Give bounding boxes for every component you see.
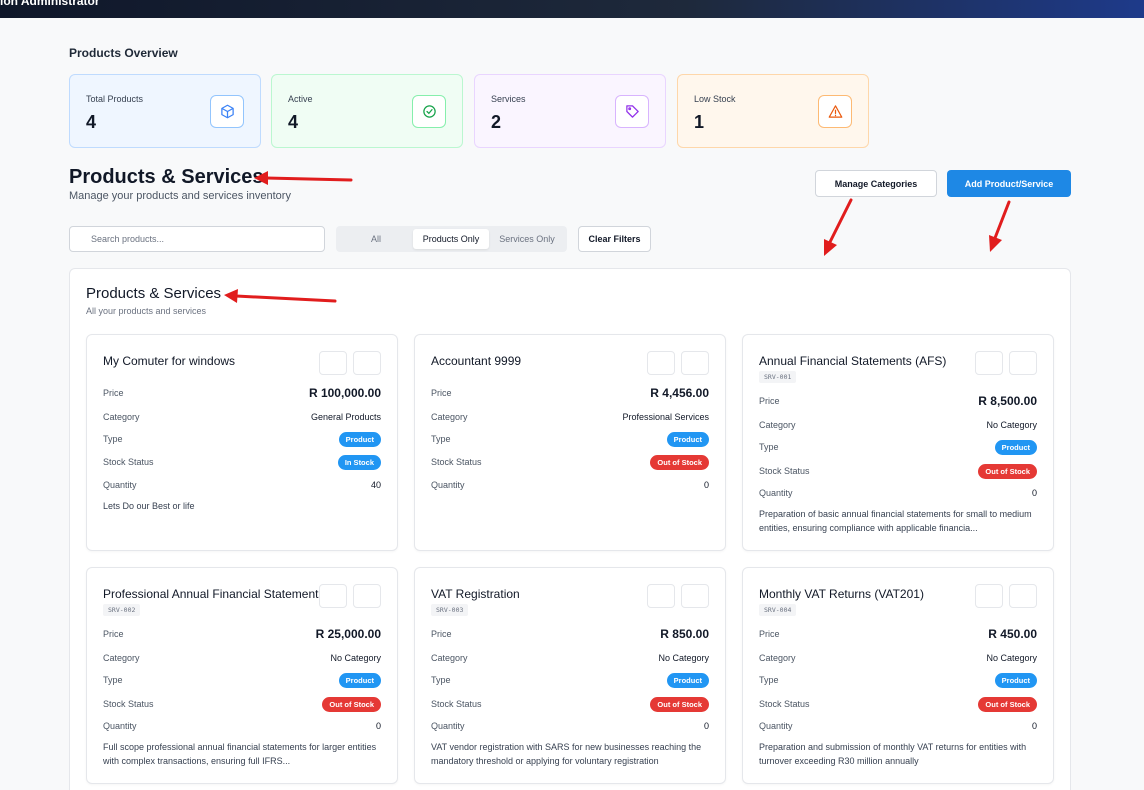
annotation-arrow-panel-title xyxy=(224,289,337,303)
annotation-arrows xyxy=(224,171,1011,303)
annotation-arrow-add xyxy=(989,200,1011,252)
annotation-arrow-title xyxy=(254,171,353,185)
annotation-arrow-manage xyxy=(824,198,853,256)
